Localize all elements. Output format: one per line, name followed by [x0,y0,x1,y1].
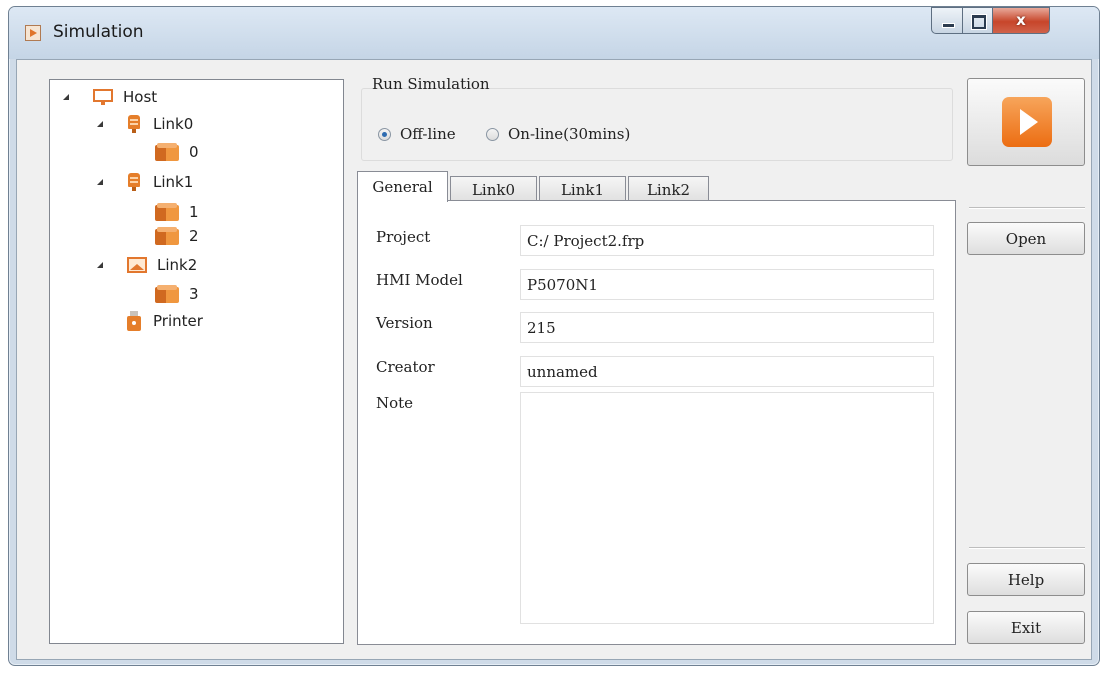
note-textarea[interactable] [520,392,934,624]
tree-node-label: 3 [189,285,199,303]
radio-unselected-icon[interactable] [486,127,499,141]
play-icon [1002,97,1052,147]
window-title: Simulation [53,22,144,42]
tree-node-label: Host [123,88,158,106]
note-label: Note [376,394,414,412]
close-icon: x [1016,11,1026,29]
exit-button[interactable]: Exit [967,611,1085,644]
divider [969,207,1085,209]
help-button[interactable]: Help [967,563,1085,596]
divider [969,547,1085,549]
offline-radio[interactable]: Off-line [378,125,456,143]
creator-label: Creator [376,358,435,376]
tree-node-device-3[interactable]: 3 [155,283,199,305]
run-simulation-label: Run Simulation [372,75,490,93]
hmi-model-field[interactable]: P5070N1 [520,269,934,300]
creator-field[interactable]: unnamed [520,356,934,387]
maximize-button[interactable] [962,7,992,34]
network-image-icon [127,257,147,273]
tree-node-label: 2 [189,227,199,245]
dialog-client-area: Host Link0 0 Link1 1 2 Link2 3 Printer R… [16,59,1092,660]
plug-icon [127,173,141,191]
minimize-icon [942,23,955,28]
monitor-icon [93,89,113,105]
plug-icon [127,115,141,133]
tab-link2[interactable]: Link2 [628,176,709,202]
simulation-window: Simulation x Host Link0 0 Link1 1 2 Link… [8,6,1100,666]
hmi-model-label: HMI Model [376,271,463,289]
radio-selected-icon[interactable] [378,127,391,141]
collapse-arrow-icon[interactable] [97,179,103,185]
maximize-icon [972,15,986,29]
printer-icon [127,311,141,331]
version-label: Version [376,314,433,332]
collapse-arrow-icon[interactable] [97,121,103,127]
tree-node-link2[interactable]: Link2 [97,254,197,276]
tree-node-label: Link0 [153,115,194,133]
device-box-icon [155,227,179,245]
tree-node-label: 1 [189,203,199,221]
tab-link1[interactable]: Link1 [539,176,626,202]
tree-node-label: Link1 [153,173,194,191]
device-box-icon [155,285,179,303]
device-box-icon [155,203,179,221]
caption-buttons: x [931,7,1050,35]
open-button[interactable]: Open [967,222,1085,255]
offline-radio-label: Off-line [400,125,456,143]
run-simulation-button[interactable] [967,78,1085,166]
tree-node-device-1[interactable]: 1 [155,201,199,223]
device-tree[interactable]: Host Link0 0 Link1 1 2 Link2 3 Printer [49,79,344,644]
tab-general[interactable]: General [357,171,448,202]
version-field[interactable]: 215 [520,312,934,343]
app-icon [25,25,41,41]
tree-node-link0[interactable]: Link0 [97,113,193,135]
general-tab-panel: Project C:/ Project2.frp HMI Model P5070… [357,200,956,645]
tree-node-printer[interactable]: Printer [127,310,203,332]
minimize-button[interactable] [931,7,962,34]
tree-node-host[interactable]: Host [63,86,157,108]
tree-node-label: 0 [189,143,199,161]
collapse-arrow-icon[interactable] [63,94,69,100]
tree-node-label: Printer [153,312,203,330]
close-button[interactable]: x [992,7,1050,34]
online-radio-label: On-line(30mins) [508,125,631,143]
tree-node-device-2[interactable]: 2 [155,225,199,247]
online-radio[interactable]: On-line(30mins) [486,125,630,143]
project-label: Project [376,228,431,246]
tree-node-device-0[interactable]: 0 [155,141,199,163]
tree-node-link1[interactable]: Link1 [97,171,193,193]
device-box-icon [155,143,179,161]
tree-node-label: Link2 [157,256,198,274]
title-bar[interactable]: Simulation x [9,7,1099,59]
tab-link0[interactable]: Link0 [450,176,537,202]
project-field[interactable]: C:/ Project2.frp [520,225,934,256]
collapse-arrow-icon[interactable] [97,262,103,268]
